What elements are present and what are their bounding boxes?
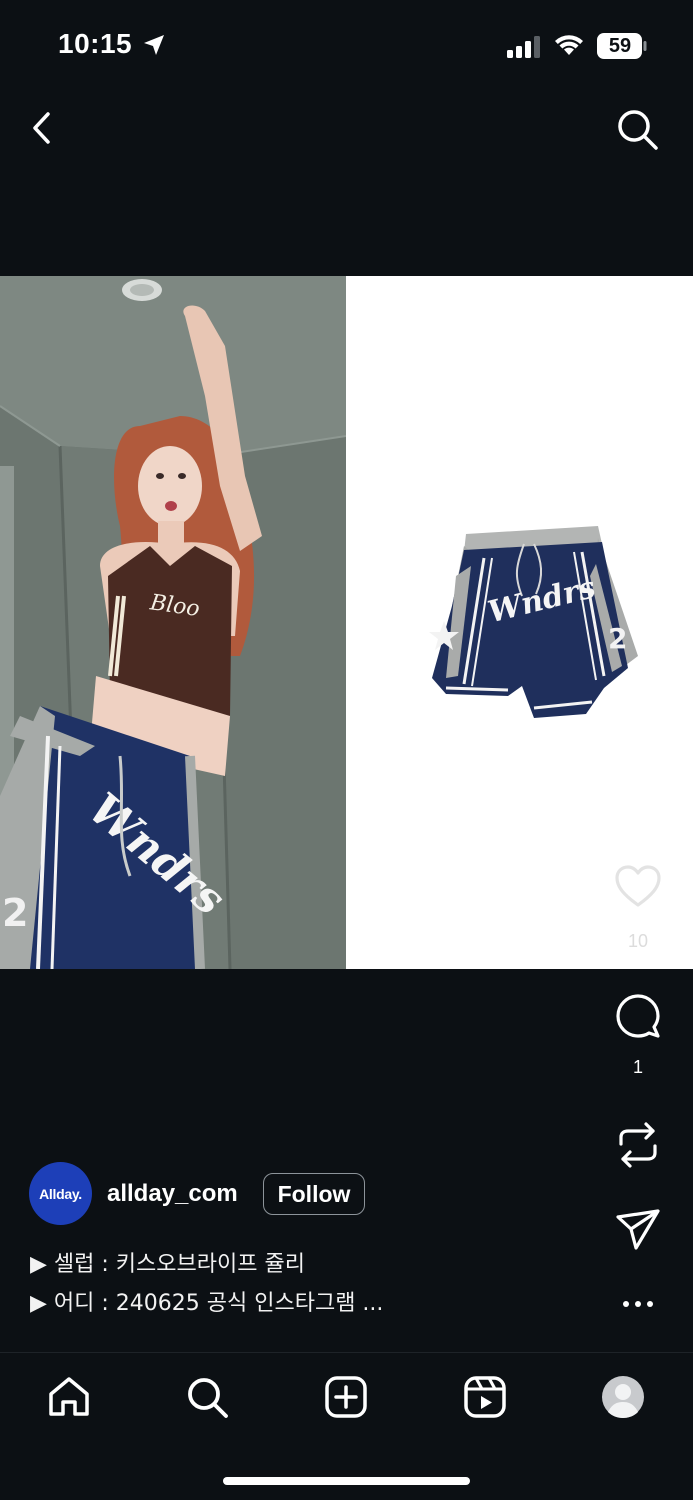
back-chevron-icon[interactable] (26, 108, 58, 148)
like-button[interactable] (603, 865, 673, 914)
caption-line-1: ▶ 셀럽 : 키스오브라이프 쥴리 (30, 1252, 305, 1277)
username[interactable]: allday_com (107, 1180, 238, 1208)
location-arrow-icon (144, 35, 164, 55)
nav-divider (0, 1352, 693, 1353)
avatar[interactable]: Allday. (29, 1162, 92, 1225)
heart-icon (615, 865, 661, 907)
product-number: 2 (608, 622, 627, 655)
caption-line-2[interactable]: ▶ 어디 : 240625 공식 인스타그램 ... (30, 1285, 383, 1317)
more-options-button[interactable] (603, 1294, 673, 1319)
repost-icon (619, 1122, 657, 1168)
create-post-icon[interactable] (323, 1374, 369, 1420)
comment-button[interactable] (603, 993, 673, 1044)
like-count[interactable]: 10 (603, 931, 673, 952)
wifi-icon (555, 35, 583, 55)
home-indicator[interactable] (223, 1477, 470, 1485)
home-icon[interactable] (46, 1374, 92, 1420)
ellipsis-icon (623, 1301, 653, 1307)
svg-text:2: 2 (2, 891, 28, 935)
cellular-signal-icon (507, 36, 540, 58)
paper-plane-icon (616, 1209, 660, 1250)
share-button[interactable] (603, 1208, 673, 1257)
person-photo-illustration: Bloo Wndrs 2 (0, 276, 346, 969)
follow-button[interactable]: Follow (263, 1173, 365, 1215)
status-time: 10:15 (58, 28, 133, 59)
repost-button[interactable] (603, 1120, 673, 1175)
reels-icon[interactable] (462, 1374, 508, 1420)
search-icon[interactable] (184, 1374, 230, 1420)
profile-avatar-icon[interactable] (600, 1374, 646, 1420)
search-icon[interactable] (614, 106, 660, 152)
post-photo-person[interactable]: Bloo Wndrs 2 (0, 276, 346, 969)
comment-bubble-icon (616, 994, 660, 1038)
battery-level: 59 (608, 35, 632, 57)
comment-count[interactable]: 1 (603, 1057, 673, 1078)
